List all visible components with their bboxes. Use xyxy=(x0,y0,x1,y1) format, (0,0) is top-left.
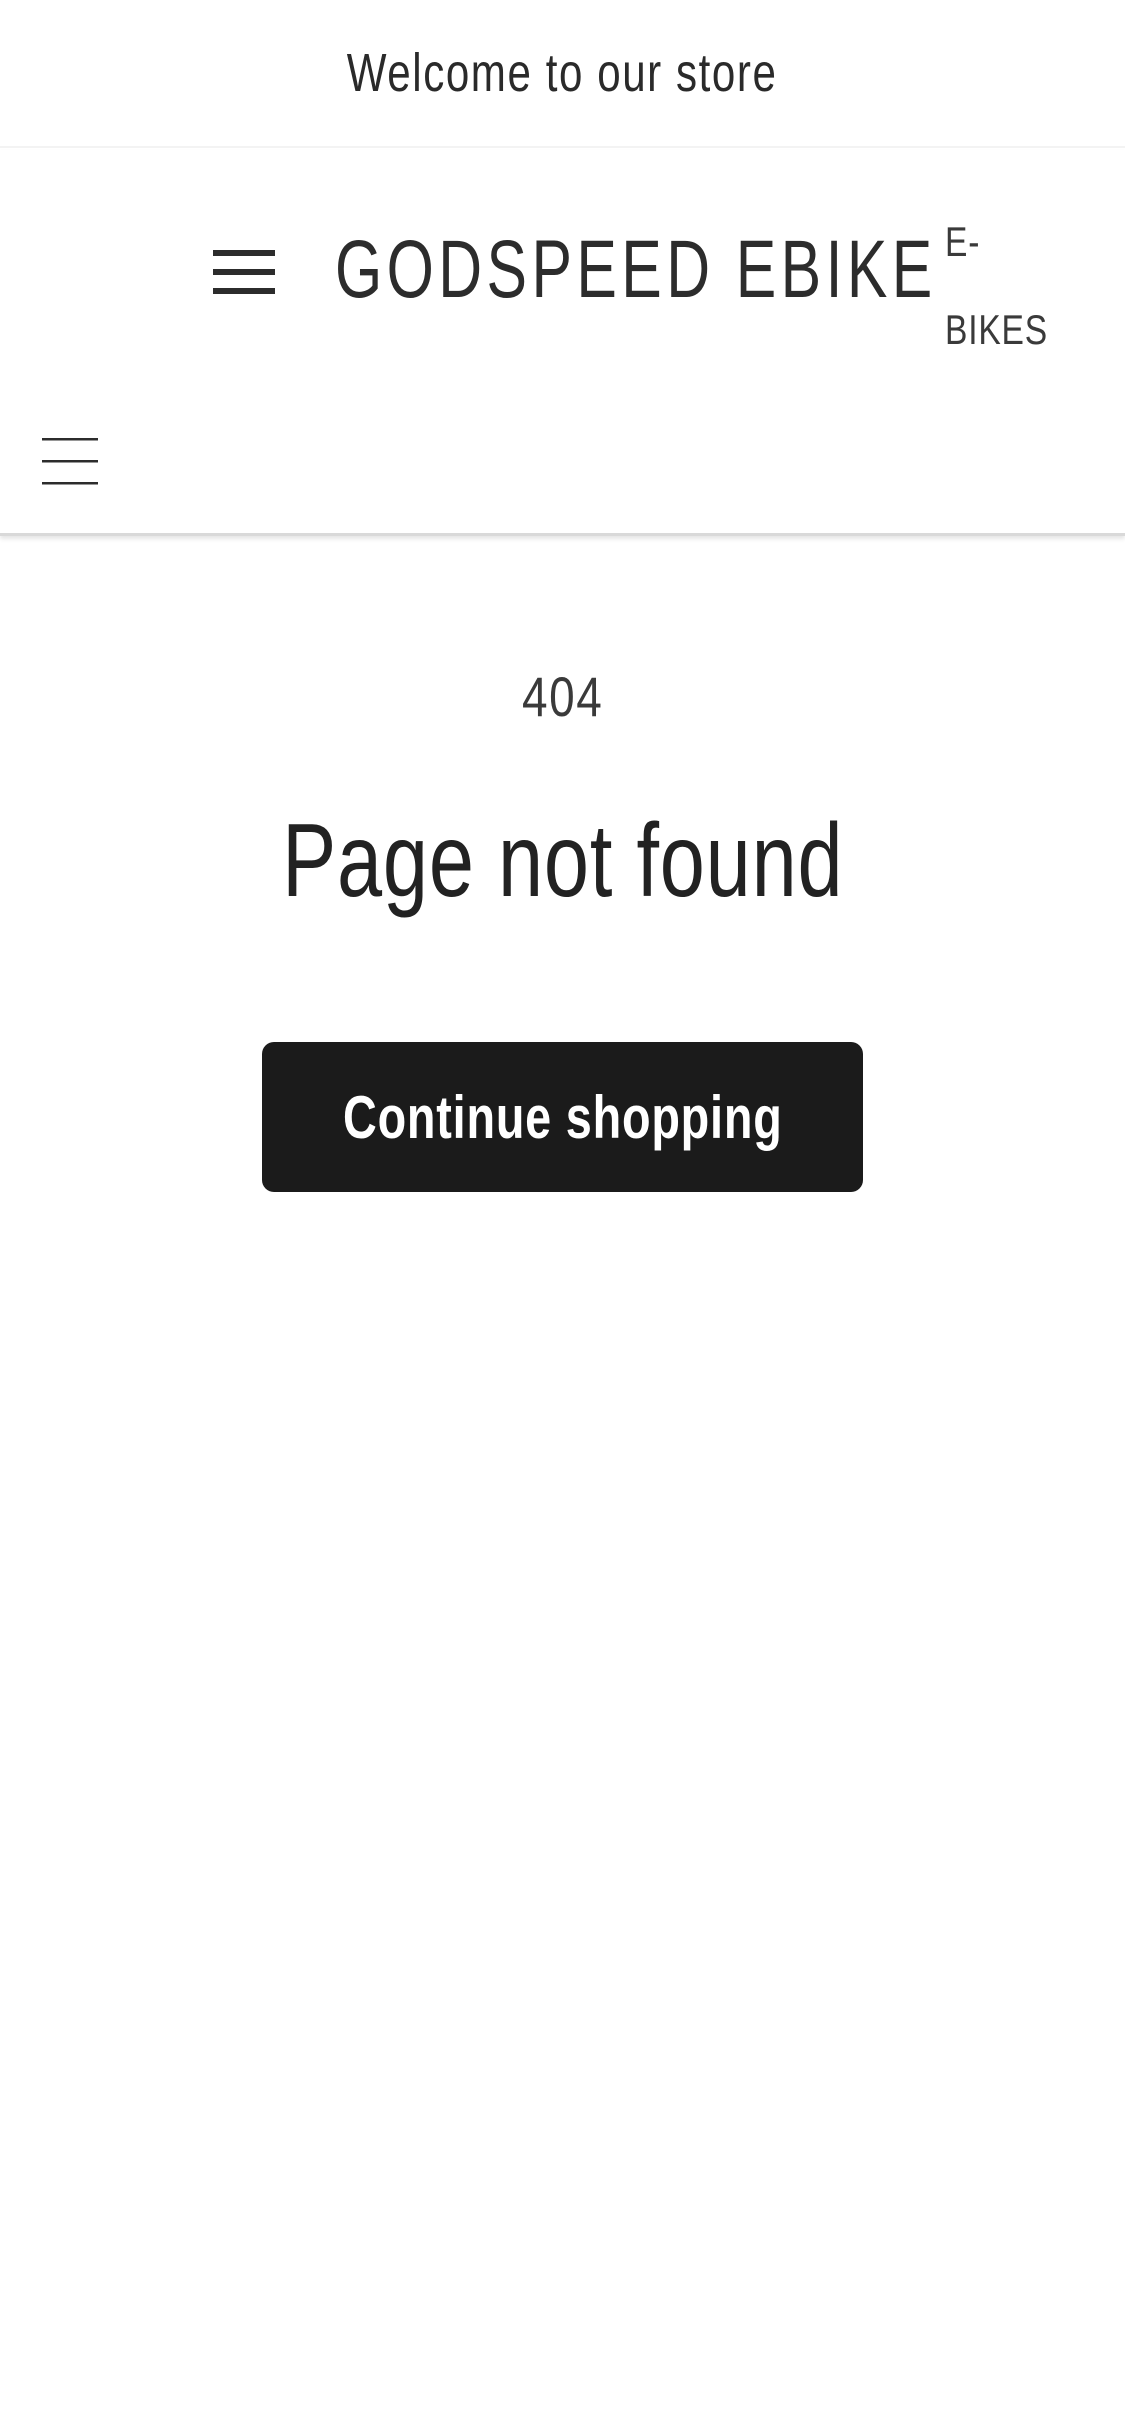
nav-link-e-bikes[interactable]: E- BIKES xyxy=(945,198,1095,353)
page-title-text: Page not found xyxy=(281,803,844,919)
menu-drawer-icon[interactable] xyxy=(42,434,100,490)
page-title: Page not found xyxy=(0,802,1125,921)
site-header: GODSPEED EBIKE E- BIKES xyxy=(0,150,1125,536)
error-code: 404 xyxy=(0,664,1125,729)
brand-name: GODSPEED EBIKE xyxy=(335,224,937,315)
announcement-text: Welcome to our store xyxy=(347,43,778,103)
error-code-text: 404 xyxy=(521,665,604,728)
nav-link-label-line2: BIKES xyxy=(945,306,1048,353)
continue-shopping-label: Continue shopping xyxy=(342,1083,783,1151)
announcement-bar: Welcome to our store xyxy=(0,0,1125,148)
nav-link-label-line1: E- xyxy=(945,218,981,265)
continue-shopping-button[interactable]: Continue shopping xyxy=(262,1042,863,1192)
brand-logo-link[interactable]: GODSPEED EBIKE xyxy=(335,220,932,320)
hamburger-menu-icon[interactable] xyxy=(213,246,279,298)
